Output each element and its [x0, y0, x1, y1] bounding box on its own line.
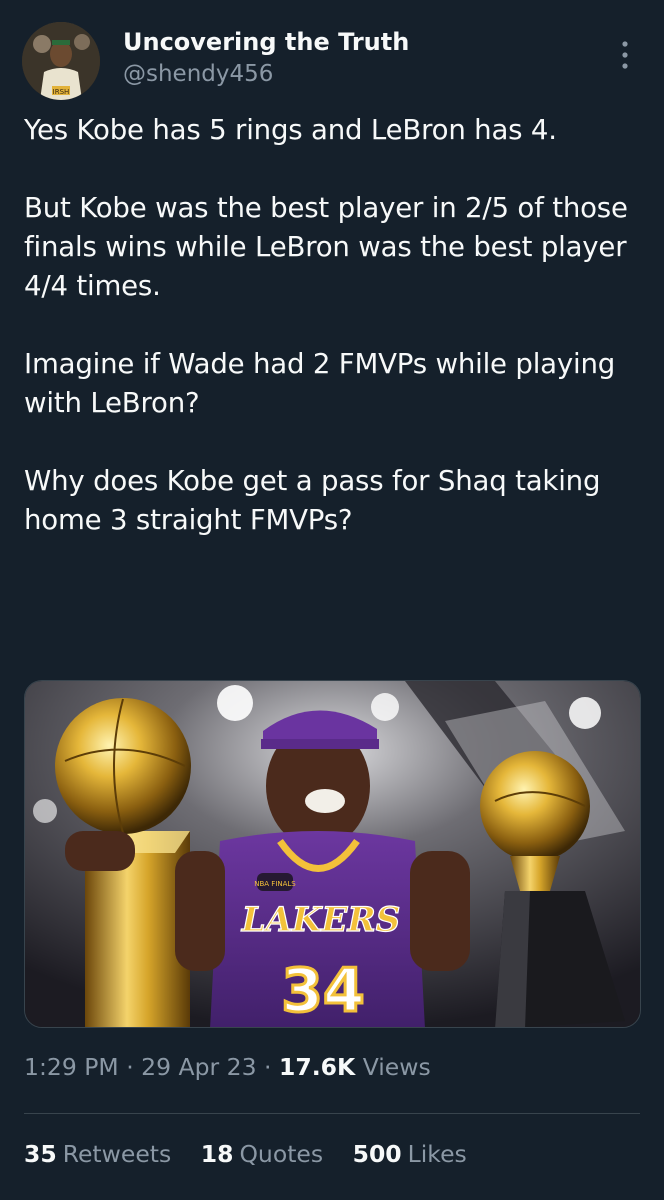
quotes-stat[interactable]: 18 Quotes — [201, 1140, 323, 1168]
meta-separator: · — [126, 1053, 134, 1081]
tweet-paragraph: Imagine if Wade had 2 FMVPs while playin… — [24, 347, 616, 419]
likes-count: 500 — [352, 1140, 402, 1168]
tweet: IRSH Uncovering the Truth @shendy456 Yes… — [0, 0, 664, 1200]
tweet-time[interactable]: 1:29 PM — [24, 1053, 119, 1081]
jersey-team-text: LAKERS — [241, 900, 401, 940]
divider — [24, 1113, 640, 1114]
tweet-paragraph: Yes Kobe has 5 rings and LeBron has 4. — [24, 113, 557, 146]
svg-text:IRSH: IRSH — [53, 88, 70, 96]
likes-stat[interactable]: 500 Likes — [353, 1140, 467, 1168]
retweets-label: Retweets — [62, 1140, 172, 1168]
jersey-number-text: 34 — [281, 956, 365, 1026]
author-avatar[interactable]: IRSH — [22, 22, 100, 100]
tweet-date[interactable]: 29 Apr 23 — [141, 1053, 256, 1081]
author-handle[interactable]: @shendy456 — [123, 61, 273, 87]
tweet-paragraph: But Kobe was the best player in 2/5 of t… — [24, 191, 628, 302]
author-display-name[interactable]: Uncovering the Truth — [123, 28, 409, 56]
tweet-paragraph: Why does Kobe get a pass for Shaq taking… — [24, 464, 601, 536]
quotes-count: 18 — [200, 1140, 234, 1168]
retweets-stat[interactable]: 35 Retweets — [24, 1140, 171, 1168]
engagement-stats: 35 Retweets 18 Quotes 500 Likes — [24, 1140, 489, 1168]
retweets-count: 35 — [24, 1140, 57, 1168]
tweet-text: Yes Kobe has 5 rings and LeBron has 4. B… — [24, 110, 646, 539]
tweet-meta: 1:29 PM · 29 Apr 23 · 17.6K Views — [24, 1053, 431, 1081]
more-vertical-icon — [622, 41, 628, 69]
views-label: Views — [362, 1053, 431, 1081]
views-count: 17.6K — [279, 1053, 356, 1081]
avatar-image: IRSH — [22, 22, 100, 100]
likes-label: Likes — [407, 1140, 467, 1168]
more-options-button[interactable] — [610, 38, 640, 72]
finals-patch-text: NBA FINALS — [254, 880, 296, 888]
photo-shaq-trophies: LAKERS 34 NBA FINALS — [25, 681, 640, 1027]
quotes-label: Quotes — [239, 1140, 324, 1168]
tweet-media-photo[interactable]: LAKERS 34 NBA FINALS — [24, 680, 641, 1028]
meta-separator: · — [264, 1053, 272, 1081]
